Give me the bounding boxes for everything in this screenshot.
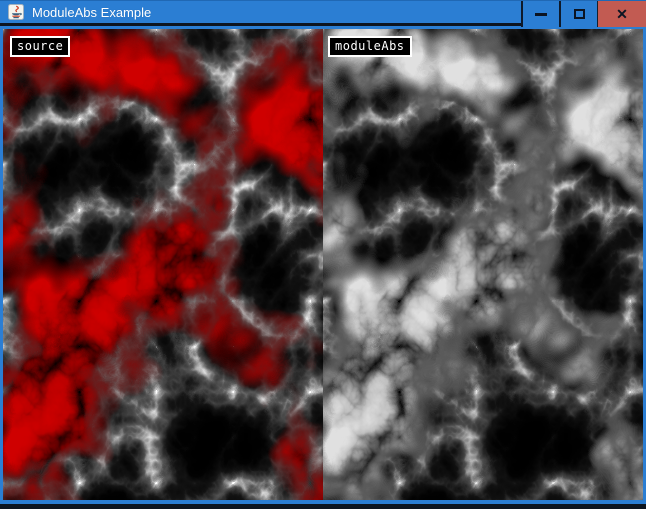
titlebar[interactable]: ModuleAbs Example ✕	[0, 0, 646, 26]
source-noise-image	[3, 29, 323, 500]
source-label: source	[10, 36, 70, 57]
window-bottom-border	[0, 500, 646, 509]
java-app-icon	[8, 4, 24, 20]
close-icon: ✕	[616, 7, 628, 21]
minimize-icon	[535, 13, 547, 16]
moduleabs-label: moduleAbs	[328, 36, 412, 57]
render-area: source	[0, 29, 646, 500]
close-button[interactable]: ✕	[597, 1, 646, 27]
maximize-button[interactable]	[559, 1, 597, 27]
moduleabs-panel: moduleAbs	[323, 29, 643, 500]
minimize-button[interactable]	[521, 1, 559, 27]
app-window: ModuleAbs Example ✕	[0, 0, 646, 509]
window-controls: ✕	[521, 1, 646, 27]
maximize-icon	[574, 9, 585, 19]
moduleabs-noise-image	[323, 29, 643, 500]
window-title: ModuleAbs Example	[32, 5, 151, 20]
source-panel: source	[3, 29, 323, 500]
